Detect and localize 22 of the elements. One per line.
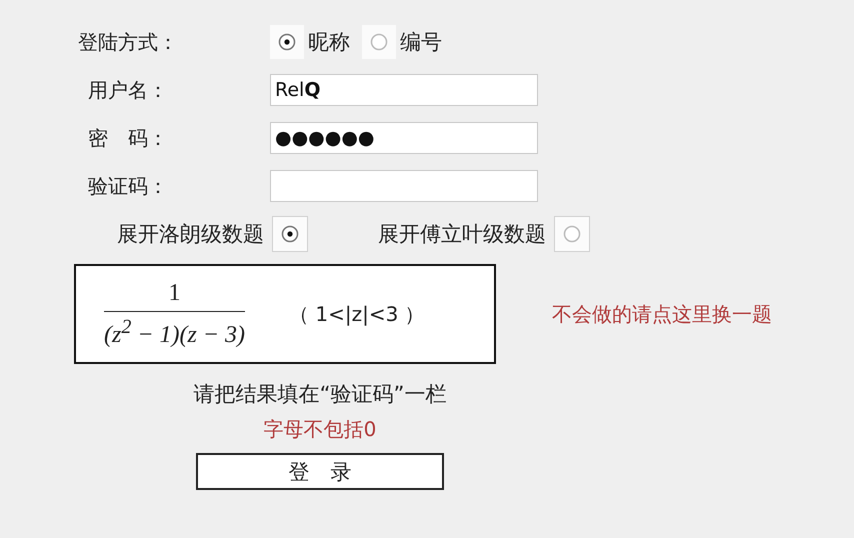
instruction-text: 请把结果填在“验证码”一栏 [194, 381, 446, 408]
login-button[interactable]: 登 录 [196, 453, 444, 490]
field-label: 密 码： [87, 124, 169, 152]
radio-button[interactable] [369, 32, 389, 52]
note-text: 字母不包括0 [264, 416, 376, 443]
radio-button[interactable] [277, 32, 297, 52]
radio-button[interactable] [562, 224, 582, 244]
field-label: 用户名： [87, 76, 169, 104]
radio-label[interactable]: 编号 [400, 28, 442, 56]
input-field[interactable]: RelQ [270, 74, 538, 106]
input-field[interactable]: ●●●●●● [270, 122, 538, 154]
radio-button[interactable] [280, 224, 300, 244]
radio-label[interactable]: 展开洛朗级数题 [117, 220, 264, 248]
radio-label[interactable]: 展开傅立叶级数题 [378, 220, 546, 248]
denominator: (z$^{2}$ − 1)(z − 3) [104, 314, 246, 348]
field-label: 登陆方式： [77, 28, 179, 56]
field-label: 验证码： [87, 172, 169, 200]
condition-text: （ 1<|z|<3 ） [289, 300, 425, 328]
input-field[interactable] [270, 170, 538, 202]
skip-link[interactable]: 不会做的请点这里换一题 [552, 300, 772, 328]
radio-label[interactable]: 昵称 [308, 28, 350, 56]
numerator: 1 [104, 280, 246, 312]
